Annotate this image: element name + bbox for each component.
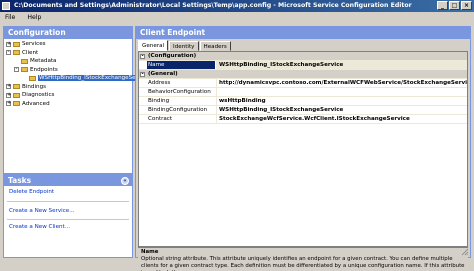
tree-item-label: Diagnostics: [22, 92, 55, 98]
grid-property-row[interactable]: Address http://dynamicsvpc.contoso.com/Ex…: [139, 79, 467, 88]
expand-icon[interactable]: +: [6, 84, 11, 89]
folder-icon: [13, 101, 20, 106]
folder-icon: [13, 50, 20, 55]
close-button[interactable]: ×: [461, 1, 472, 10]
tree-item-label: Metadata: [30, 58, 57, 64]
property-name: BindingConfiguration: [148, 107, 208, 113]
client-endpoint-panel: Client Endpoint General Identity Headers…: [135, 26, 471, 271]
collapse-icon[interactable]: -: [6, 50, 11, 55]
tab-strip: General Identity Headers: [138, 40, 232, 51]
minimize-button[interactable]: _: [437, 1, 448, 10]
folder-icon: [13, 92, 20, 98]
delete-endpoint-link[interactable]: Delete Endpoint: [4, 188, 132, 196]
configuration-tree: + Services - Client Metadata - Endpoints WSHttp…: [4, 40, 137, 109]
collapse-icon[interactable]: -: [14, 67, 19, 72]
grid-category-row[interactable]: - (Configuration): [139, 52, 467, 61]
tasks-panel: Tasks « Delete Endpoint Create a New Ser…: [3, 174, 133, 258]
grid-property-row[interactable]: BehaviorConfiguration: [139, 88, 467, 97]
expand-icon[interactable]: +: [6, 92, 11, 98]
expand-icon[interactable]: +: [6, 101, 11, 106]
tab-identity[interactable]: Identity: [169, 41, 199, 51]
tree-item[interactable]: WSHttpBinding_IStockExchangeSe: [4, 74, 137, 83]
property-value[interactable]: WSHttpBinding_IStockExchangeService: [216, 61, 467, 69]
window-title: C:\Documents and Settings\Administrator\…: [14, 2, 412, 9]
grid-property-row[interactable]: Contract StockExchangeWcfService.WcfClien…: [139, 115, 467, 124]
property-name: Binding: [148, 98, 170, 104]
description-text: Optional string attribute. This attribut…: [141, 256, 465, 271]
menu-help[interactable]: Help: [27, 14, 41, 21]
category-label: (General): [148, 71, 178, 77]
title-bar: C:\Documents and Settings\Administrator\…: [0, 0, 474, 12]
folder-icon: [29, 75, 36, 81]
grid-category-row[interactable]: - (General): [139, 70, 467, 79]
size-grip-icon[interactable]: [461, 248, 469, 256]
property-value[interactable]: StockExchangeWcfService.WcfClient.IStock…: [216, 115, 467, 123]
app-icon: [2, 2, 10, 10]
tree-item-label: Endpoints: [30, 66, 58, 73]
tree-item[interactable]: Metadata: [4, 57, 132, 66]
tree-item[interactable]: + Advanced: [4, 100, 132, 109]
description-title: Name: [141, 249, 159, 255]
tree-item-label: Client: [22, 49, 39, 56]
property-value[interactable]: [216, 88, 467, 96]
expand-icon[interactable]: +: [6, 41, 11, 47]
collapse-icon[interactable]: -: [140, 53, 145, 59]
folder-icon: [21, 67, 28, 72]
task-separator: [7, 201, 129, 202]
tasks-header: Tasks «: [4, 175, 132, 186]
client-endpoint-header: Client Endpoint: [136, 27, 470, 39]
tree-item[interactable]: + Diagnostics: [4, 91, 132, 100]
menu-file[interactable]: File: [5, 14, 15, 21]
tree-item[interactable]: + Services: [4, 40, 132, 49]
property-name: Name: [147, 61, 215, 69]
property-value[interactable]: http://dynamicsvpc.contoso.com/ExternalW…: [216, 79, 467, 87]
folder-icon: [13, 41, 20, 47]
collapse-icon[interactable]: -: [140, 71, 145, 77]
property-value[interactable]: WSHttpBinding_IStockExchangeService: [216, 106, 467, 114]
category-label: (Configuration): [148, 53, 197, 59]
create-new-service-link[interactable]: Create a New Service...: [4, 207, 132, 215]
tasks-title: Tasks: [8, 176, 32, 185]
configuration-header: Configuration: [4, 27, 132, 39]
grid-property-row[interactable]: Binding wsHttpBinding: [139, 97, 467, 106]
menu-bar: File Help: [0, 12, 474, 24]
maximize-button[interactable]: □: [449, 1, 460, 10]
description-pane: Name Optional string attribute. This att…: [138, 247, 468, 271]
grid-property-row[interactable]: BindingConfiguration WSHttpBinding_IStock…: [139, 106, 467, 115]
property-value[interactable]: wsHttpBinding: [216, 97, 467, 105]
tab-general[interactable]: General: [138, 40, 169, 51]
property-name: BehaviorConfiguration: [148, 89, 211, 95]
task-separator: [7, 219, 129, 220]
configuration-panel: Configuration + Services - Client Metadata - E…: [3, 26, 137, 174]
property-name: Address: [148, 80, 171, 86]
tree-item-label: Bindings: [22, 83, 47, 90]
collapse-icon[interactable]: «: [121, 176, 129, 185]
tree-item-label: Services: [22, 41, 46, 47]
folder-icon: [13, 84, 20, 89]
tree-item-label: Advanced: [22, 100, 50, 107]
tree-item[interactable]: - Client: [4, 49, 132, 58]
tab-headers[interactable]: Headers: [199, 41, 231, 51]
tree-item[interactable]: - Endpoints: [4, 66, 132, 75]
create-new-client-link[interactable]: Create a New Client...: [4, 223, 132, 231]
tree-item-label: WSHttpBinding_IStockExchangeSe: [38, 75, 137, 81]
property-grid: - (Configuration) Name WSHttpBinding_IStock…: [138, 51, 468, 247]
tree-item[interactable]: + Bindings: [4, 83, 132, 92]
folder-icon: [21, 58, 28, 64]
grid-property-row[interactable]: Name WSHttpBinding_IStockExchangeService: [139, 61, 467, 70]
property-name: Contract: [148, 116, 173, 122]
